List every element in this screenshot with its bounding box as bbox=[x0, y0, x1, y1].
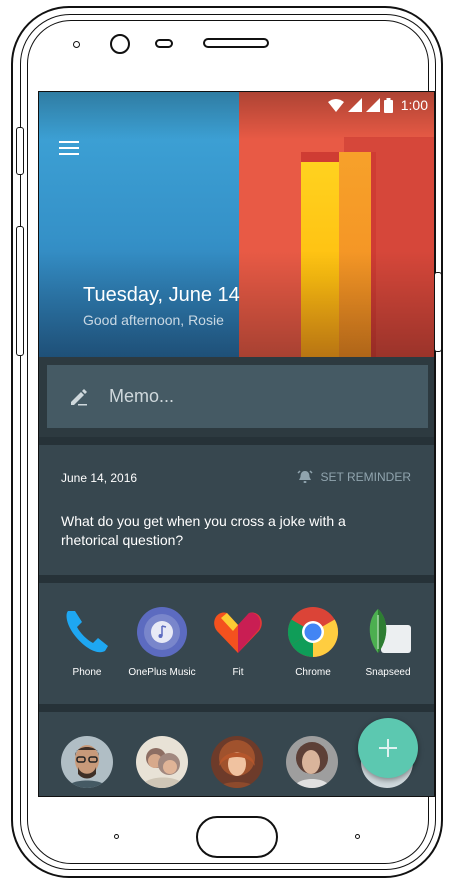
phone-screen: 1:00 Tuesday, June 14 Good afternoon, Ro… bbox=[38, 91, 435, 797]
chrome-icon bbox=[287, 607, 339, 658]
signal-2-icon bbox=[365, 98, 380, 112]
light-sensor bbox=[155, 39, 173, 48]
phone-icon bbox=[66, 611, 108, 653]
add-button[interactable] bbox=[358, 718, 418, 778]
card-text: What do you get when you cross a joke wi… bbox=[61, 513, 346, 548]
battery-icon bbox=[383, 97, 393, 113]
contact-avatar[interactable] bbox=[211, 736, 263, 788]
front-camera bbox=[110, 34, 130, 54]
volume-button bbox=[16, 226, 24, 356]
power-button bbox=[434, 272, 442, 352]
card-date: June 14, 2016 bbox=[61, 471, 138, 485]
app-phone[interactable]: Phone bbox=[49, 605, 125, 678]
proximity-sensor bbox=[73, 41, 80, 48]
app-shortcuts: Phone OnePlus Music Fit Chrome Snapseed bbox=[39, 583, 434, 704]
status-time: 1:00 bbox=[400, 97, 428, 113]
music-icon bbox=[137, 607, 187, 657]
person-photo bbox=[61, 736, 113, 788]
app-label: Snapseed bbox=[365, 667, 411, 678]
app-snapseed[interactable]: Snapseed bbox=[350, 605, 426, 678]
app-label: OnePlus Music bbox=[128, 667, 196, 678]
header-date: Tuesday, June 14 bbox=[83, 284, 240, 306]
app-fit[interactable]: Fit bbox=[200, 605, 276, 678]
alert-slider bbox=[16, 127, 24, 175]
alarm-icon bbox=[297, 470, 313, 483]
reminder-card: June 14, 2016 SET REMINDER What do you g… bbox=[39, 445, 434, 575]
memo-input[interactable]: Memo... bbox=[47, 365, 428, 428]
contact-avatar[interactable] bbox=[61, 736, 113, 788]
signal-icon bbox=[347, 98, 362, 112]
header-greeting: Good afternoon, Rosie bbox=[83, 312, 224, 328]
contact-avatar[interactable] bbox=[286, 736, 338, 788]
app-oneplus-music[interactable]: OnePlus Music bbox=[124, 605, 200, 678]
wifi-icon bbox=[327, 98, 344, 112]
pencil-icon bbox=[71, 388, 87, 405]
app-label: Fit bbox=[232, 667, 244, 678]
menu-icon[interactable] bbox=[59, 141, 79, 157]
woman-photo bbox=[211, 736, 263, 788]
memo-placeholder: Memo... bbox=[109, 386, 175, 406]
woman-photo-2 bbox=[286, 736, 338, 788]
app-label: Chrome bbox=[295, 667, 331, 678]
couple-photo bbox=[136, 736, 188, 788]
earpiece-speaker bbox=[203, 38, 269, 48]
fit-icon bbox=[214, 612, 262, 653]
recents-key[interactable] bbox=[355, 834, 360, 839]
set-reminder-button[interactable]: SET REMINDER bbox=[297, 469, 411, 485]
contact-avatar[interactable] bbox=[136, 736, 188, 788]
plus-icon bbox=[379, 739, 397, 757]
app-label: Phone bbox=[72, 667, 102, 678]
set-reminder-label: SET REMINDER bbox=[320, 470, 411, 484]
status-bar: 1:00 bbox=[327, 95, 428, 115]
home-button[interactable] bbox=[196, 816, 278, 858]
app-chrome[interactable]: Chrome bbox=[275, 605, 351, 678]
snapseed-icon bbox=[369, 609, 411, 653]
back-key[interactable] bbox=[114, 834, 119, 839]
